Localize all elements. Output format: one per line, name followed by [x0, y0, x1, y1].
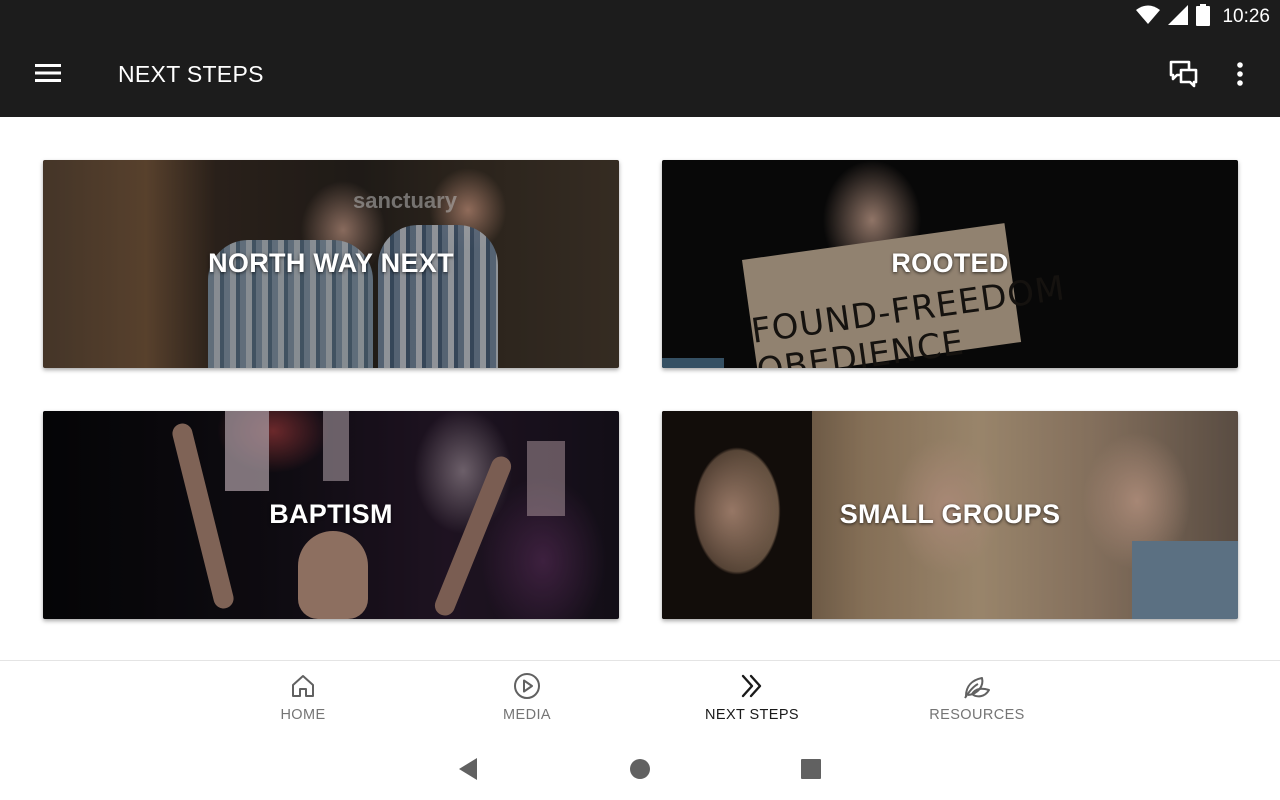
card-label: BAPTISM: [269, 499, 393, 529]
status-icons: 10:26: [1136, 3, 1270, 31]
play-circle-icon: [512, 671, 542, 701]
nav-item-next-steps[interactable]: NEXT STEPS: [672, 671, 832, 733]
system-home-button[interactable]: [625, 756, 655, 786]
nav-label: RESOURCES: [929, 707, 1025, 723]
app-bar: NEXT STEPS: [0, 34, 1280, 117]
card-baptism[interactable]: BAPTISM: [43, 411, 619, 619]
signal-icon: [1168, 4, 1189, 30]
nav-label: MEDIA: [503, 707, 551, 723]
card-label: ROOTED: [891, 248, 1009, 278]
nav-item-home[interactable]: HOME: [223, 671, 383, 733]
chat-button[interactable]: [1160, 54, 1208, 98]
home-icon: [288, 671, 318, 701]
page-title: NEXT STEPS: [118, 61, 264, 87]
nav-label: NEXT STEPS: [705, 707, 799, 723]
menu-icon: [35, 63, 61, 88]
more-vert-icon: [1236, 61, 1244, 91]
nav-label: HOME: [280, 707, 326, 723]
card-north-way-next[interactable]: sanctuary NORTH WAY NEXT: [43, 160, 619, 368]
status-time: 10:26: [1222, 6, 1270, 27]
menu-button[interactable]: [22, 52, 74, 98]
card-label: SMALL GROUPS: [839, 499, 1061, 529]
card-small-groups[interactable]: SMALL GROUPS: [662, 411, 1238, 619]
chat-icon: [1169, 60, 1199, 93]
content-area: sanctuary NORTH WAY NEXT FOUND-FREEDOM O…: [0, 117, 1280, 660]
card-label: NORTH WAY NEXT: [208, 248, 454, 278]
leaf-icon: [962, 671, 992, 701]
status-bar: 10:26: [0, 0, 1280, 34]
double-chevron-right-icon: [737, 671, 767, 701]
system-back-button[interactable]: [453, 756, 483, 786]
wifi-icon: [1136, 5, 1161, 30]
nav-item-resources[interactable]: RESOURCES: [897, 671, 1057, 733]
recent-apps-icon: [800, 758, 822, 785]
bottom-navigation: HOME MEDIA NEXT STEPS RESOURCES: [0, 660, 1280, 740]
home-circle-icon: [629, 758, 651, 785]
back-icon: [457, 757, 479, 786]
battery-icon: [1196, 3, 1211, 31]
card-rooted[interactable]: FOUND-FREEDOM OBEDIENCE ROOTED: [662, 160, 1238, 368]
system-navigation-bar: [0, 740, 1280, 800]
more-options-button[interactable]: [1220, 54, 1260, 98]
nav-item-media[interactable]: MEDIA: [447, 671, 607, 733]
system-recent-apps-button[interactable]: [796, 756, 826, 786]
